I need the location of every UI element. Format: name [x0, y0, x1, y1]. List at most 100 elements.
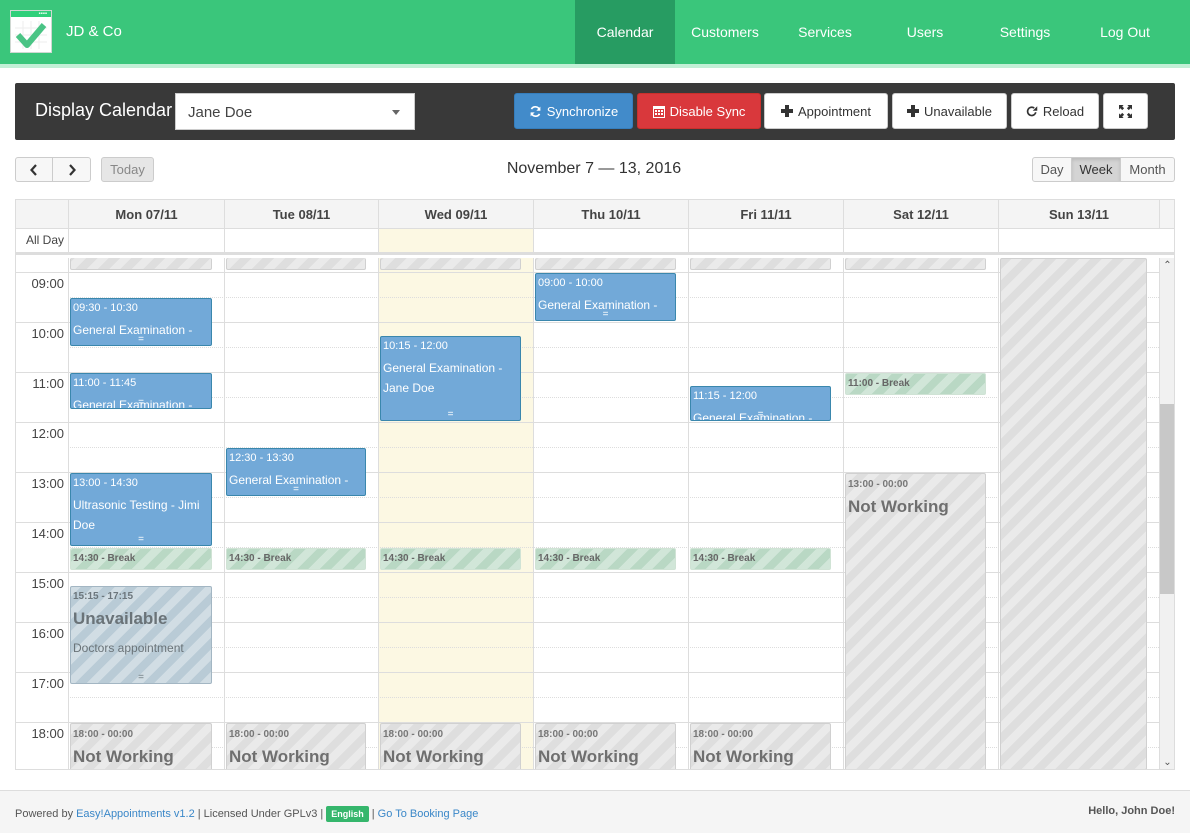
not-working-event[interactable]: 18:00 - 00:00 Not Working	[70, 723, 212, 769]
calendar-toolbar: Display Calendar Jane Doe Synchronize Di…	[15, 83, 1175, 140]
footer-credits: Powered by Easy!Appointments v1.2 | Lice…	[15, 806, 478, 822]
nav-calendar[interactable]: Calendar	[575, 0, 675, 64]
break-event[interactable]: 14:30 - Break	[226, 548, 366, 570]
nav-settings[interactable]: Settings	[975, 0, 1075, 64]
all-day-cell[interactable]	[843, 229, 998, 252]
event-title: Not Working	[383, 747, 484, 766]
event-time: 10:15 - 12:00	[383, 339, 448, 352]
time-label: 10:00	[31, 326, 64, 341]
break-event[interactable]: 14:30 - Break	[380, 548, 521, 570]
break-event[interactable]: 11:00 - Break	[845, 373, 986, 395]
nav-users[interactable]: Users	[875, 0, 975, 64]
reload-label: Reload	[1042, 103, 1085, 119]
plus-icon	[907, 105, 920, 117]
nav-logout[interactable]: Log Out	[1075, 0, 1175, 64]
resize-handle[interactable]: =	[691, 410, 830, 420]
not-working-event[interactable]: 13:00 - 00:00 Not Working	[845, 473, 986, 769]
nav-services[interactable]: Services	[775, 0, 875, 64]
footer-separator: |	[371, 808, 375, 820]
event-title: Not Working	[693, 747, 794, 766]
add-appointment-button[interactable]: Appointment	[764, 93, 888, 129]
all-day-cell[interactable]	[688, 229, 843, 252]
date-range-text: November 7 — 13, 2016	[506, 160, 682, 177]
add-unavailable-button[interactable]: Unavailable	[892, 93, 1007, 129]
product-link[interactable]: Easy!Appointments v1.2	[76, 808, 195, 820]
reload-button[interactable]: Reload	[1011, 93, 1099, 129]
not-working-block	[535, 258, 676, 270]
appointment-event[interactable]: 11:00 - 11:45 General Examination - =	[70, 373, 212, 409]
nav-customers[interactable]: Customers	[675, 0, 775, 64]
all-day-cell[interactable]	[378, 229, 533, 252]
event-time: 11:00 - 11:45	[73, 377, 137, 389]
event-time: 18:00 - 00:00	[538, 729, 599, 740]
sync-icon	[530, 105, 541, 117]
resize-handle[interactable]: =	[71, 397, 211, 408]
resize-handle[interactable]: =	[227, 485, 365, 495]
half-hour-line	[68, 697, 1159, 698]
synchronize-button[interactable]: Synchronize	[514, 93, 633, 129]
language-selector[interactable]: English	[326, 806, 369, 822]
disable-sync-button[interactable]: Disable Sync	[637, 93, 761, 129]
view-day-button[interactable]: Day	[1032, 157, 1072, 182]
resize-handle[interactable]: =	[71, 672, 211, 683]
calendar-select[interactable]: Jane Doe	[175, 93, 415, 130]
break-label: 14:30 - Break	[73, 553, 136, 564]
day-header[interactable]: Tue 08/11	[224, 200, 378, 229]
day-column[interactable]	[533, 258, 688, 769]
day-header[interactable]: Sat 12/11	[843, 200, 998, 229]
resize-handle[interactable]: =	[381, 410, 520, 420]
appointment-event[interactable]: 10:15 - 12:00 General Examination - Jane …	[380, 335, 521, 421]
powered-by-text: Powered by	[15, 808, 74, 820]
appointment-event[interactable]: 09:30 - 10:30 General Examination - =	[70, 298, 212, 346]
view-week-button[interactable]: Week	[1072, 157, 1121, 182]
event-title: Not Working	[73, 747, 174, 766]
event-time: 12:30 - 13:30	[229, 452, 294, 464]
resize-handle[interactable]: =	[71, 335, 211, 345]
appointment-event[interactable]: 11:15 - 12:00General Examination - Jane=	[690, 385, 831, 421]
break-event[interactable]: 14:30 - Break	[690, 548, 831, 570]
day-column[interactable]	[378, 258, 533, 769]
appointment-event[interactable]: 09:00 - 10:00 General Examination - =	[535, 273, 676, 321]
event-title: Not Working	[229, 747, 330, 766]
resize-handle[interactable]: =	[536, 310, 675, 320]
fullscreen-button[interactable]	[1103, 93, 1148, 129]
all-day-cell[interactable]	[998, 229, 1159, 252]
resize-handle[interactable]: =	[71, 535, 211, 545]
time-label: 16:00	[31, 626, 64, 641]
all-day-cell[interactable]	[68, 229, 224, 252]
unavailable-event[interactable]: 15:15 - 17:15 Unavailable Doctors appointm…	[70, 585, 212, 684]
appointment-event[interactable]: 13:00 - 14:30 Ultrasonic Testing - Jimi D…	[70, 473, 212, 546]
break-event[interactable]: 14:30 - Break	[70, 548, 212, 570]
all-day-label: All Day	[25, 233, 64, 247]
event-time: 18:00 - 00:00	[383, 729, 444, 740]
day-header[interactable]: Thu 10/11	[533, 200, 688, 229]
day-header[interactable]: Wed 09/11	[378, 200, 533, 229]
not-working-event[interactable]: 18:00 - 00:00 Not Working	[226, 723, 366, 769]
day-header[interactable]: Mon 07/11	[68, 200, 224, 229]
day-header[interactable]: Sun 13/11	[998, 200, 1159, 229]
booking-page-link[interactable]: Go To Booking Page	[378, 808, 479, 820]
top-navbar: ▪▪▪▪ JD & Co Calendar Customers Services…	[0, 0, 1190, 64]
all-day-cell[interactable]	[533, 229, 688, 252]
scroll-thumb[interactable]	[1160, 404, 1174, 595]
half-hour-line	[68, 397, 1159, 398]
break-event[interactable]: 14:30 - Break	[535, 548, 676, 570]
break-label: 14:30 - Break	[538, 553, 601, 564]
scroll-up-icon[interactable]: ⌃	[1160, 260, 1174, 271]
time-label: 17:00	[31, 676, 64, 691]
day-column[interactable]	[224, 258, 378, 769]
not-working-event[interactable]: 18:00 - 00:00 Not Working	[380, 723, 521, 769]
not-working-event[interactable]: 18:00 - 00:00 Not Working	[690, 723, 831, 769]
time-label: 11:00	[32, 376, 64, 391]
scroll-down-icon[interactable]: ⌄	[1160, 757, 1174, 768]
view-month-button[interactable]: Month	[1121, 157, 1175, 182]
not-working-event[interactable]: 18:00 - 00:00 Not Working	[535, 723, 676, 769]
time-label: 09:00	[31, 276, 64, 291]
day-column[interactable]	[688, 258, 843, 769]
vertical-scrollbar[interactable]: ⌃ ⌄	[1159, 258, 1174, 769]
appointment-event[interactable]: 12:30 - 13:30General Examination - Jane=	[226, 448, 366, 496]
week-calendar: Mon 07/11 Tue 08/11 Wed 09/11 Thu 10/11 Fri …	[15, 199, 1175, 770]
day-header[interactable]: Fri 11/11	[688, 200, 843, 229]
company-name: JD & Co	[66, 23, 122, 40]
all-day-cell[interactable]	[224, 229, 378, 252]
